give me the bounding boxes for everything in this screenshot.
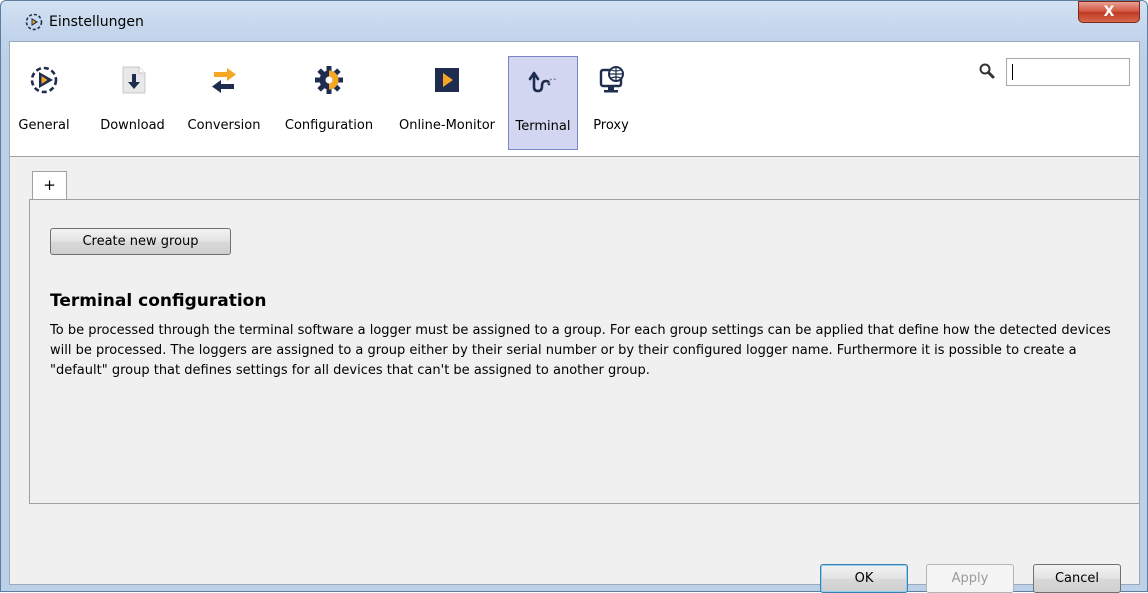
toolbar-item-proxy[interactable]: Proxy <box>583 56 639 150</box>
window-title: Einstellungen <box>49 14 144 30</box>
toolbar-item-label: General <box>18 118 70 133</box>
toolbar-item-label: Configuration <box>284 118 374 133</box>
tab-add-group[interactable]: + <box>32 171 67 200</box>
settings-toolbar: General Download Conversion Configuratio… <box>10 42 1139 157</box>
app-icon <box>25 13 43 31</box>
apply-button[interactable]: Apply <box>926 564 1014 593</box>
close-button[interactable]: X <box>1078 1 1140 23</box>
toolbar-item-label: Proxy <box>593 118 629 133</box>
terminal-icon <box>528 71 557 93</box>
section-heading: Terminal configuration <box>50 291 267 311</box>
ok-button[interactable]: OK <box>820 564 908 593</box>
proxy-icon <box>599 66 624 93</box>
client-area: General Download Conversion Configuratio… <box>9 41 1140 593</box>
configuration-icon <box>315 66 343 94</box>
toolbar-item-label: Download <box>100 118 165 133</box>
title-bar[interactable]: Einstellungen X <box>1 1 1147 41</box>
create-new-group-button[interactable]: Create new group <box>50 228 231 255</box>
cancel-button[interactable]: Cancel <box>1033 564 1121 593</box>
conversion-icon <box>212 68 236 93</box>
toolbar-item-download[interactable]: Download <box>93 56 172 150</box>
toolbar-item-label: Conversion <box>187 118 261 133</box>
text-caret <box>1012 64 1013 80</box>
toolbar-item-label: Online-Monitor <box>398 118 496 133</box>
toolbar-item-online-monitor[interactable]: Online-Monitor <box>388 56 506 150</box>
settings-window: Einstellungen X General Download Convers… <box>0 0 1148 593</box>
section-description: To be processed through the terminal sof… <box>50 323 1111 378</box>
search-icon <box>979 63 995 79</box>
search-input[interactable] <box>1006 58 1130 86</box>
online-monitor-icon <box>435 68 459 92</box>
toolbar-item-conversion[interactable]: Conversion <box>180 56 268 150</box>
toolbar-item-general[interactable]: General <box>11 56 77 150</box>
terminal-panel: Create new group Terminal configuration … <box>29 199 1140 504</box>
download-icon <box>122 66 145 94</box>
toolbar-item-configuration[interactable]: Configuration <box>276 56 382 150</box>
general-icon <box>30 66 58 94</box>
toolbar-item-terminal[interactable]: Terminal <box>508 56 578 150</box>
toolbar-item-label: Terminal <box>515 119 571 134</box>
